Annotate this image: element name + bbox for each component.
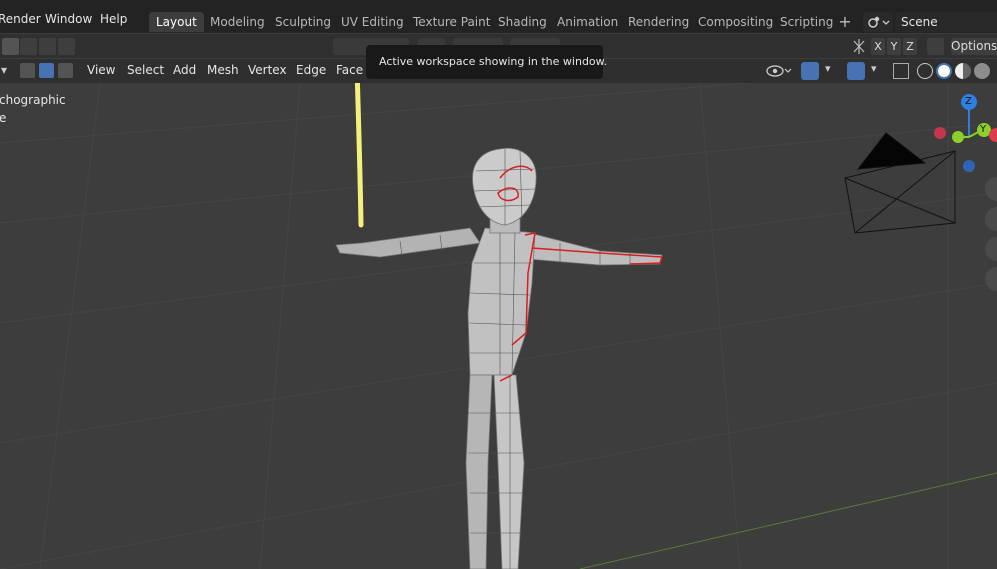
scene-name-field[interactable]: Scene (895, 12, 997, 32)
gizmo-y-label: Y (980, 124, 987, 135)
mirror-icon[interactable] (851, 38, 867, 55)
options-dropdown[interactable]: Options (951, 38, 997, 55)
menu-window[interactable]: Window (45, 12, 92, 26)
viewport-3d[interactable] (0, 83, 997, 569)
select-mode-subtract-button[interactable] (39, 38, 56, 55)
workspace-tooltip: Active workspace showing in the window. (366, 45, 607, 79)
tab-layout[interactable]: Layout (149, 12, 204, 32)
tab-modeling[interactable]: Modeling (203, 12, 272, 32)
menu-help[interactable]: Help (100, 12, 127, 26)
menu-render[interactable]: Render (0, 12, 41, 26)
tab-texture-paint[interactable]: Texture Paint (406, 12, 497, 32)
grid-icon[interactable] (985, 267, 997, 291)
gizmo-icon (801, 62, 819, 80)
mirror-x-toggle[interactable]: X (871, 38, 885, 55)
menu-edge[interactable]: Edge (296, 63, 326, 77)
menu-add[interactable]: Add (173, 63, 196, 77)
shading-material-button[interactable] (955, 63, 971, 79)
menu-select[interactable]: Select (127, 63, 164, 77)
face-select-mode-button[interactable] (58, 63, 73, 78)
tab-compositing[interactable]: Compositing (691, 12, 780, 32)
scene-selector-button[interactable] (863, 12, 893, 32)
visibility-dropdown[interactable] (765, 62, 795, 80)
viewport-nav-buttons[interactable] (985, 177, 997, 291)
auto-merge-toggle[interactable] (927, 38, 944, 55)
menu-mesh[interactable]: Mesh (207, 63, 239, 77)
overlay-icon (847, 62, 865, 80)
gizmo-toggle[interactable]: ▾ (801, 62, 841, 80)
eye-icon (766, 65, 792, 77)
camera-icon[interactable] (985, 237, 997, 261)
vertex-select-mode-button[interactable] (20, 63, 35, 78)
shading-wireframe-button[interactable] (917, 63, 933, 79)
shading-rendered-button[interactable] (974, 63, 990, 79)
camera-object (844, 132, 956, 234)
shading-solid-button[interactable] (936, 63, 952, 79)
menu-view[interactable]: View (87, 63, 115, 77)
tab-animation[interactable]: Animation (550, 12, 625, 32)
tab-scripting[interactable]: Scripting (773, 12, 840, 32)
menu-vertex[interactable]: Vertex (248, 63, 287, 77)
select-mode-new-button[interactable] (2, 38, 19, 55)
add-workspace-button[interactable]: + (835, 12, 855, 32)
menu-face[interactable]: Face (336, 63, 363, 77)
select-mode-extend-button[interactable] (20, 38, 37, 55)
tab-sculpting[interactable]: Sculpting (268, 12, 338, 32)
select-mode-intersect-button[interactable] (58, 38, 75, 55)
tab-rendering[interactable]: Rendering (621, 12, 696, 32)
mirror-z-toggle[interactable]: Z (903, 38, 917, 55)
hand-icon[interactable] (985, 207, 997, 231)
gizmo-z-label: Z (965, 96, 972, 107)
tab-uv-editing[interactable]: UV Editing (334, 12, 411, 32)
zoom-icon[interactable] (985, 177, 997, 201)
view-projection-label: chographic (0, 93, 66, 107)
x-axis-line (579, 472, 997, 569)
tab-shading[interactable]: Shading (491, 12, 554, 32)
mirror-y-toggle[interactable]: Y (887, 38, 901, 55)
xray-icon[interactable] (893, 63, 909, 79)
overlay-toggle[interactable]: ▾ (847, 62, 887, 80)
edge-select-mode-button[interactable] (39, 63, 54, 78)
view-collection-label: e (0, 111, 7, 125)
yellow-annotation (354, 83, 364, 228)
editor-type-dropdown-arrow[interactable]: ▾ (1, 63, 7, 77)
scene-icon (868, 16, 890, 28)
character-mesh (335, 147, 664, 569)
